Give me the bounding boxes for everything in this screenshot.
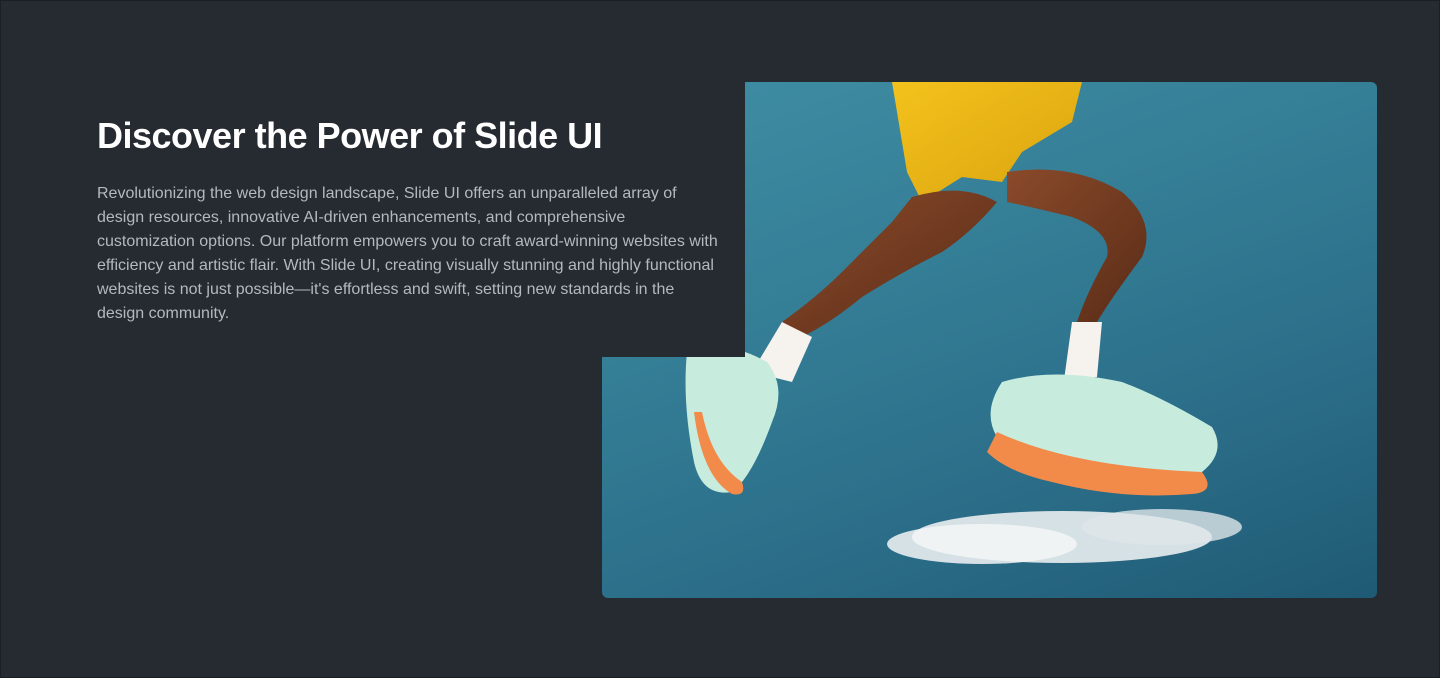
section-title: Discover the Power of Slide UI <box>97 115 603 156</box>
feature-section: Discover the Power of Slide UI Revolutio… <box>0 0 1440 678</box>
section-description: Revolutionizing the web design landscape… <box>97 185 718 322</box>
